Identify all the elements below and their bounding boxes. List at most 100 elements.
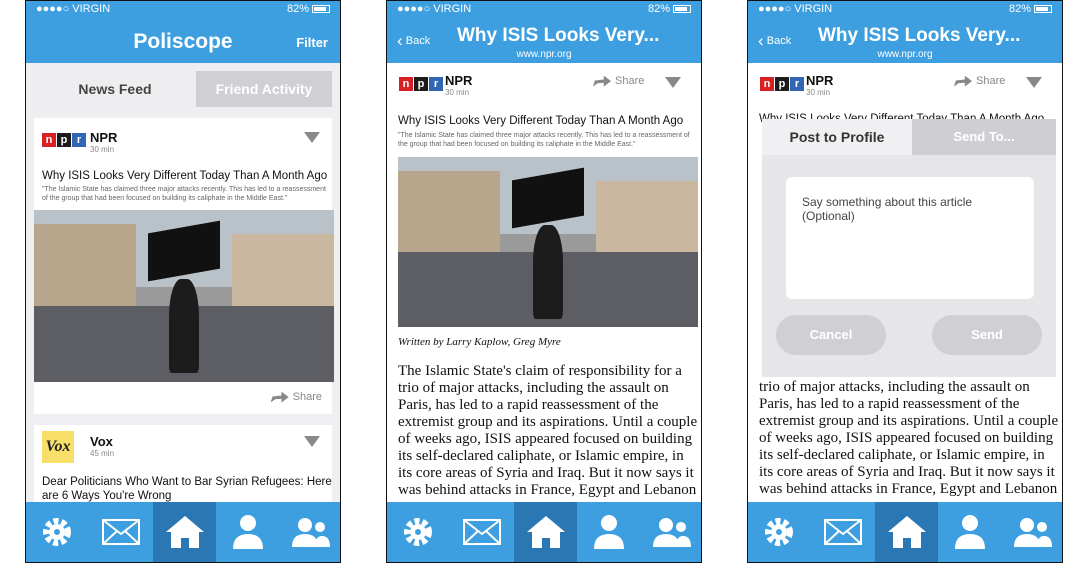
share-icon <box>593 75 611 87</box>
share-icon <box>270 391 289 403</box>
article-card[interactable]: Vox Vox 45 min Dear Politicians Who Want… <box>34 425 332 505</box>
chevron-down-icon[interactable] <box>304 132 320 143</box>
phone-news-feed: ●●●●○ VIRGIN 82% Poliscope Filter News F… <box>25 0 341 563</box>
battery-percent: 82% <box>647 3 670 15</box>
tab-home[interactable] <box>153 502 216 562</box>
tab-bar <box>26 502 340 562</box>
article-headline[interactable]: Dear Politicians Who Want to Bar Syrian … <box>42 475 332 503</box>
article-nav-title: Why ISIS Looks Very... <box>818 25 1021 46</box>
chevron-down-icon[interactable] <box>665 77 681 88</box>
tab-friends[interactable] <box>640 502 701 562</box>
people-icon <box>292 518 330 547</box>
back-button[interactable]: ‹ Back <box>758 31 791 51</box>
mail-icon <box>463 519 501 545</box>
carrier-label: ●●●●○ VIRGIN <box>36 3 111 15</box>
article-photo[interactable] <box>34 210 334 382</box>
battery-icon <box>673 5 691 14</box>
article-summary: "The Islamic State has claimed three maj… <box>398 132 690 148</box>
app-title: Poliscope <box>133 30 233 53</box>
home-icon <box>527 516 565 548</box>
tab-bar <box>748 502 1062 562</box>
carrier-label: ●●●●○ VIRGIN <box>397 3 472 15</box>
share-icon <box>954 75 972 87</box>
battery-icon <box>312 5 330 14</box>
mail-icon <box>102 519 140 545</box>
tab-settings[interactable] <box>26 502 89 562</box>
nav-bar: Poliscope Filter <box>26 19 340 63</box>
back-button[interactable]: ‹ Back <box>397 31 430 51</box>
post-time: 30 min <box>90 145 115 154</box>
tab-settings[interactable] <box>387 502 450 562</box>
chevron-down-icon[interactable] <box>1026 77 1042 88</box>
people-icon <box>1014 518 1052 547</box>
people-icon <box>653 518 691 547</box>
source-name: NPR <box>90 130 118 145</box>
article-headline[interactable]: Why ISIS Looks Very Different Today Than… <box>42 170 327 182</box>
article-body: The Islamic State's claim of responsibil… <box>398 363 698 498</box>
npr-logo: npr <box>42 133 86 147</box>
nav-bar: ‹ Back Why ISIS Looks Very... www.npr.or… <box>387 19 701 63</box>
post-time: 30 min <box>445 88 470 97</box>
gear-icon <box>404 518 432 546</box>
tab-messages[interactable] <box>89 502 152 562</box>
person-icon <box>233 515 263 549</box>
chevron-left-icon: ‹ <box>397 31 403 50</box>
source-name: NPR <box>445 73 473 88</box>
battery-indicator: 82% <box>1009 3 1052 15</box>
tab-bar <box>387 502 701 562</box>
tab-post-to-profile[interactable]: Post to Profile <box>762 119 912 155</box>
share-button[interactable]: Share <box>593 75 644 87</box>
mail-icon <box>824 519 862 545</box>
nav-bar: ‹ Back Why ISIS Looks Very... www.npr.or… <box>748 19 1062 63</box>
article-summary: "The Islamic State has claimed three maj… <box>42 186 326 202</box>
article-byline: Written by Larry Kaplow, Greg Myre <box>398 336 561 348</box>
battery-indicator: 82% <box>287 3 330 15</box>
status-bar: ●●●●○ VIRGIN 82% <box>748 1 1062 19</box>
tab-profile[interactable] <box>216 502 279 562</box>
vox-logo: Vox <box>42 431 74 463</box>
comment-input[interactable]: Say something about this article (Option… <box>786 177 1034 299</box>
battery-icon <box>1034 5 1052 14</box>
home-icon <box>166 516 204 548</box>
tab-home[interactable] <box>514 502 577 562</box>
carrier-label: ●●●●○ VIRGIN <box>758 3 833 15</box>
tab-profile[interactable] <box>577 502 640 562</box>
tab-send-to[interactable]: Send To... <box>912 119 1056 155</box>
article-url: www.npr.org <box>516 49 572 60</box>
chevron-down-icon[interactable] <box>304 436 320 447</box>
tab-settings[interactable] <box>748 502 811 562</box>
person-icon <box>594 515 624 549</box>
tab-friends[interactable] <box>1001 502 1062 562</box>
source-name: NPR <box>806 73 834 88</box>
article-body: trio of major attacks, including the ass… <box>759 379 1059 499</box>
battery-percent: 82% <box>1008 3 1031 15</box>
tab-friend-activity[interactable]: Friend Activity <box>196 71 332 107</box>
source-name: Vox <box>90 434 113 449</box>
battery-indicator: 82% <box>648 3 691 15</box>
feed-tabs: News Feed Friend Activity <box>34 71 332 107</box>
post-time: 30 min <box>806 88 831 97</box>
tab-messages[interactable] <box>450 502 513 562</box>
article-url: www.npr.org <box>877 49 933 60</box>
filter-button[interactable]: Filter <box>296 35 328 50</box>
share-button[interactable]: Share <box>954 75 1005 87</box>
home-icon <box>888 516 926 548</box>
npr-logo: npr <box>760 77 804 91</box>
tab-home[interactable] <box>875 502 938 562</box>
npr-logo: npr <box>399 77 443 91</box>
chevron-left-icon: ‹ <box>758 31 764 50</box>
article-headline: Why ISIS Looks Very Different Today Than… <box>398 115 684 127</box>
article-nav-title: Why ISIS Looks Very... <box>457 25 660 46</box>
tab-news-feed[interactable]: News Feed <box>34 71 196 107</box>
status-bar: ●●●●○ VIRGIN 82% <box>26 1 340 19</box>
phone-article: ●●●●○ VIRGIN 82% ‹ Back Why ISIS Looks V… <box>386 0 702 563</box>
article-card[interactable]: npr NPR 30 min Why ISIS Looks Very Diffe… <box>34 118 334 414</box>
tab-profile[interactable] <box>938 502 1001 562</box>
tab-messages[interactable] <box>811 502 874 562</box>
send-button[interactable]: Send <box>932 315 1042 355</box>
battery-percent: 82% <box>286 3 309 15</box>
tab-friends[interactable] <box>279 502 340 562</box>
cancel-button[interactable]: Cancel <box>776 315 886 355</box>
gear-icon <box>765 518 793 546</box>
share-button[interactable]: Share <box>270 391 322 403</box>
